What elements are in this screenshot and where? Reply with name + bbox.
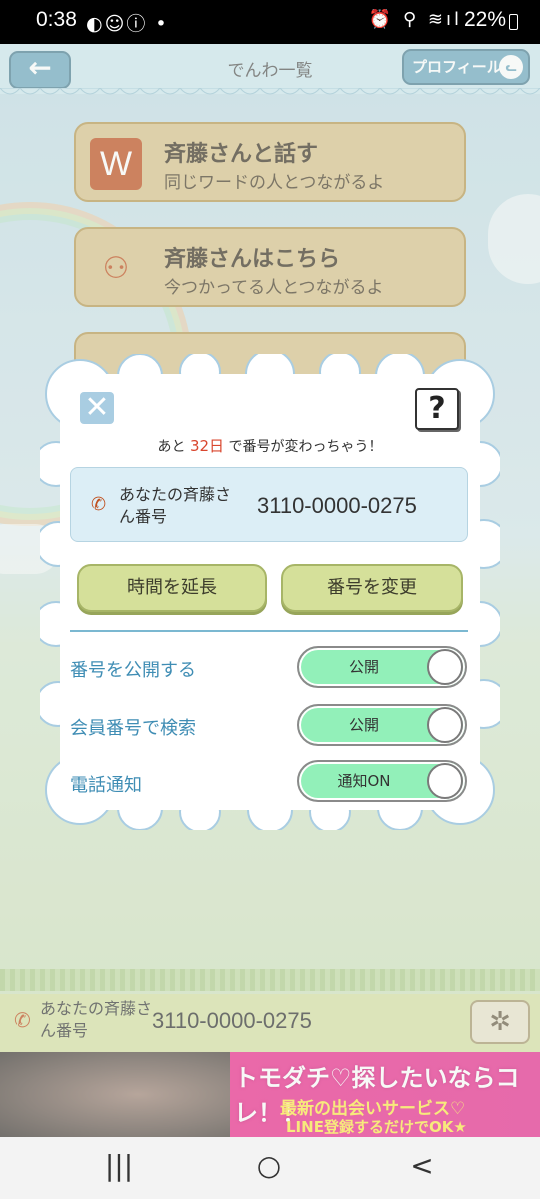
change-number-button[interactable]: 番号を変更 xyxy=(281,564,463,612)
clock: 0:38 xyxy=(36,8,77,31)
toggle-knob xyxy=(427,649,463,685)
home-button[interactable]: ○ xyxy=(239,1149,299,1182)
setting-label-search: 会員番号で検索 xyxy=(70,718,196,739)
toggle-value: 通知ON xyxy=(337,772,391,790)
notification-icons: ◐☺ⓘ • xyxy=(86,13,169,35)
countdown-prefix: あと xyxy=(157,439,186,455)
back-nav-button[interactable]: < xyxy=(392,1149,452,1182)
number-box: ✆ あなたの斉藤さん番号 3110-0000-0275 xyxy=(70,467,468,542)
divider xyxy=(70,630,468,632)
countdown-days: 32日 xyxy=(189,437,225,455)
battery-icon xyxy=(509,14,518,30)
help-button[interactable]: ? xyxy=(415,388,459,430)
number-label: あなたの斉藤さん番号 xyxy=(119,485,232,526)
toggle-value: 公開 xyxy=(348,658,379,676)
system-nav-bar: ||| ○ < xyxy=(0,1137,540,1199)
phone-icon: ✆ xyxy=(91,494,107,515)
toggle-value: 公開 xyxy=(348,716,379,734)
toggle-knob xyxy=(427,707,463,743)
close-button[interactable]: ✕ xyxy=(80,392,114,424)
app-screen: ← でんわ一覧 プロフィール ᓚ W 斉藤さんと話す 同じワードの人とつながるよ… xyxy=(0,44,540,1137)
battery-percent: 22% xyxy=(463,8,506,31)
recents-button[interactable]: ||| xyxy=(89,1149,149,1182)
recents-icon: ||| xyxy=(104,1149,134,1182)
home-icon: ○ xyxy=(256,1149,282,1182)
close-icon: ✕ xyxy=(84,390,110,425)
status-bar: 0:38 ◐☺ⓘ • ⏰ ⚲ ≋ıl 22% xyxy=(0,0,540,44)
back-icon: < xyxy=(410,1149,434,1182)
toggle-publish[interactable]: 公開 xyxy=(297,646,467,688)
question-icon: ? xyxy=(428,391,446,426)
toggle-notify[interactable]: 通知ON xyxy=(297,760,467,802)
setting-label-publish: 番号を公開する xyxy=(70,660,196,681)
system-icons: ⏰ ⚲ ≋ıl xyxy=(368,9,462,30)
countdown-text: あと 32日 で番号が変わっちゃう！ xyxy=(0,435,540,456)
phone-number: 3110-0000-0275 xyxy=(257,493,417,518)
toggle-search[interactable]: 公開 xyxy=(297,704,467,746)
toggle-knob xyxy=(427,763,463,799)
extend-time-button[interactable]: 時間を延長 xyxy=(77,564,267,612)
setting-label-notify: 電話通知 xyxy=(70,775,142,796)
countdown-suffix: で番号が変わっちゃう！ xyxy=(228,439,383,455)
